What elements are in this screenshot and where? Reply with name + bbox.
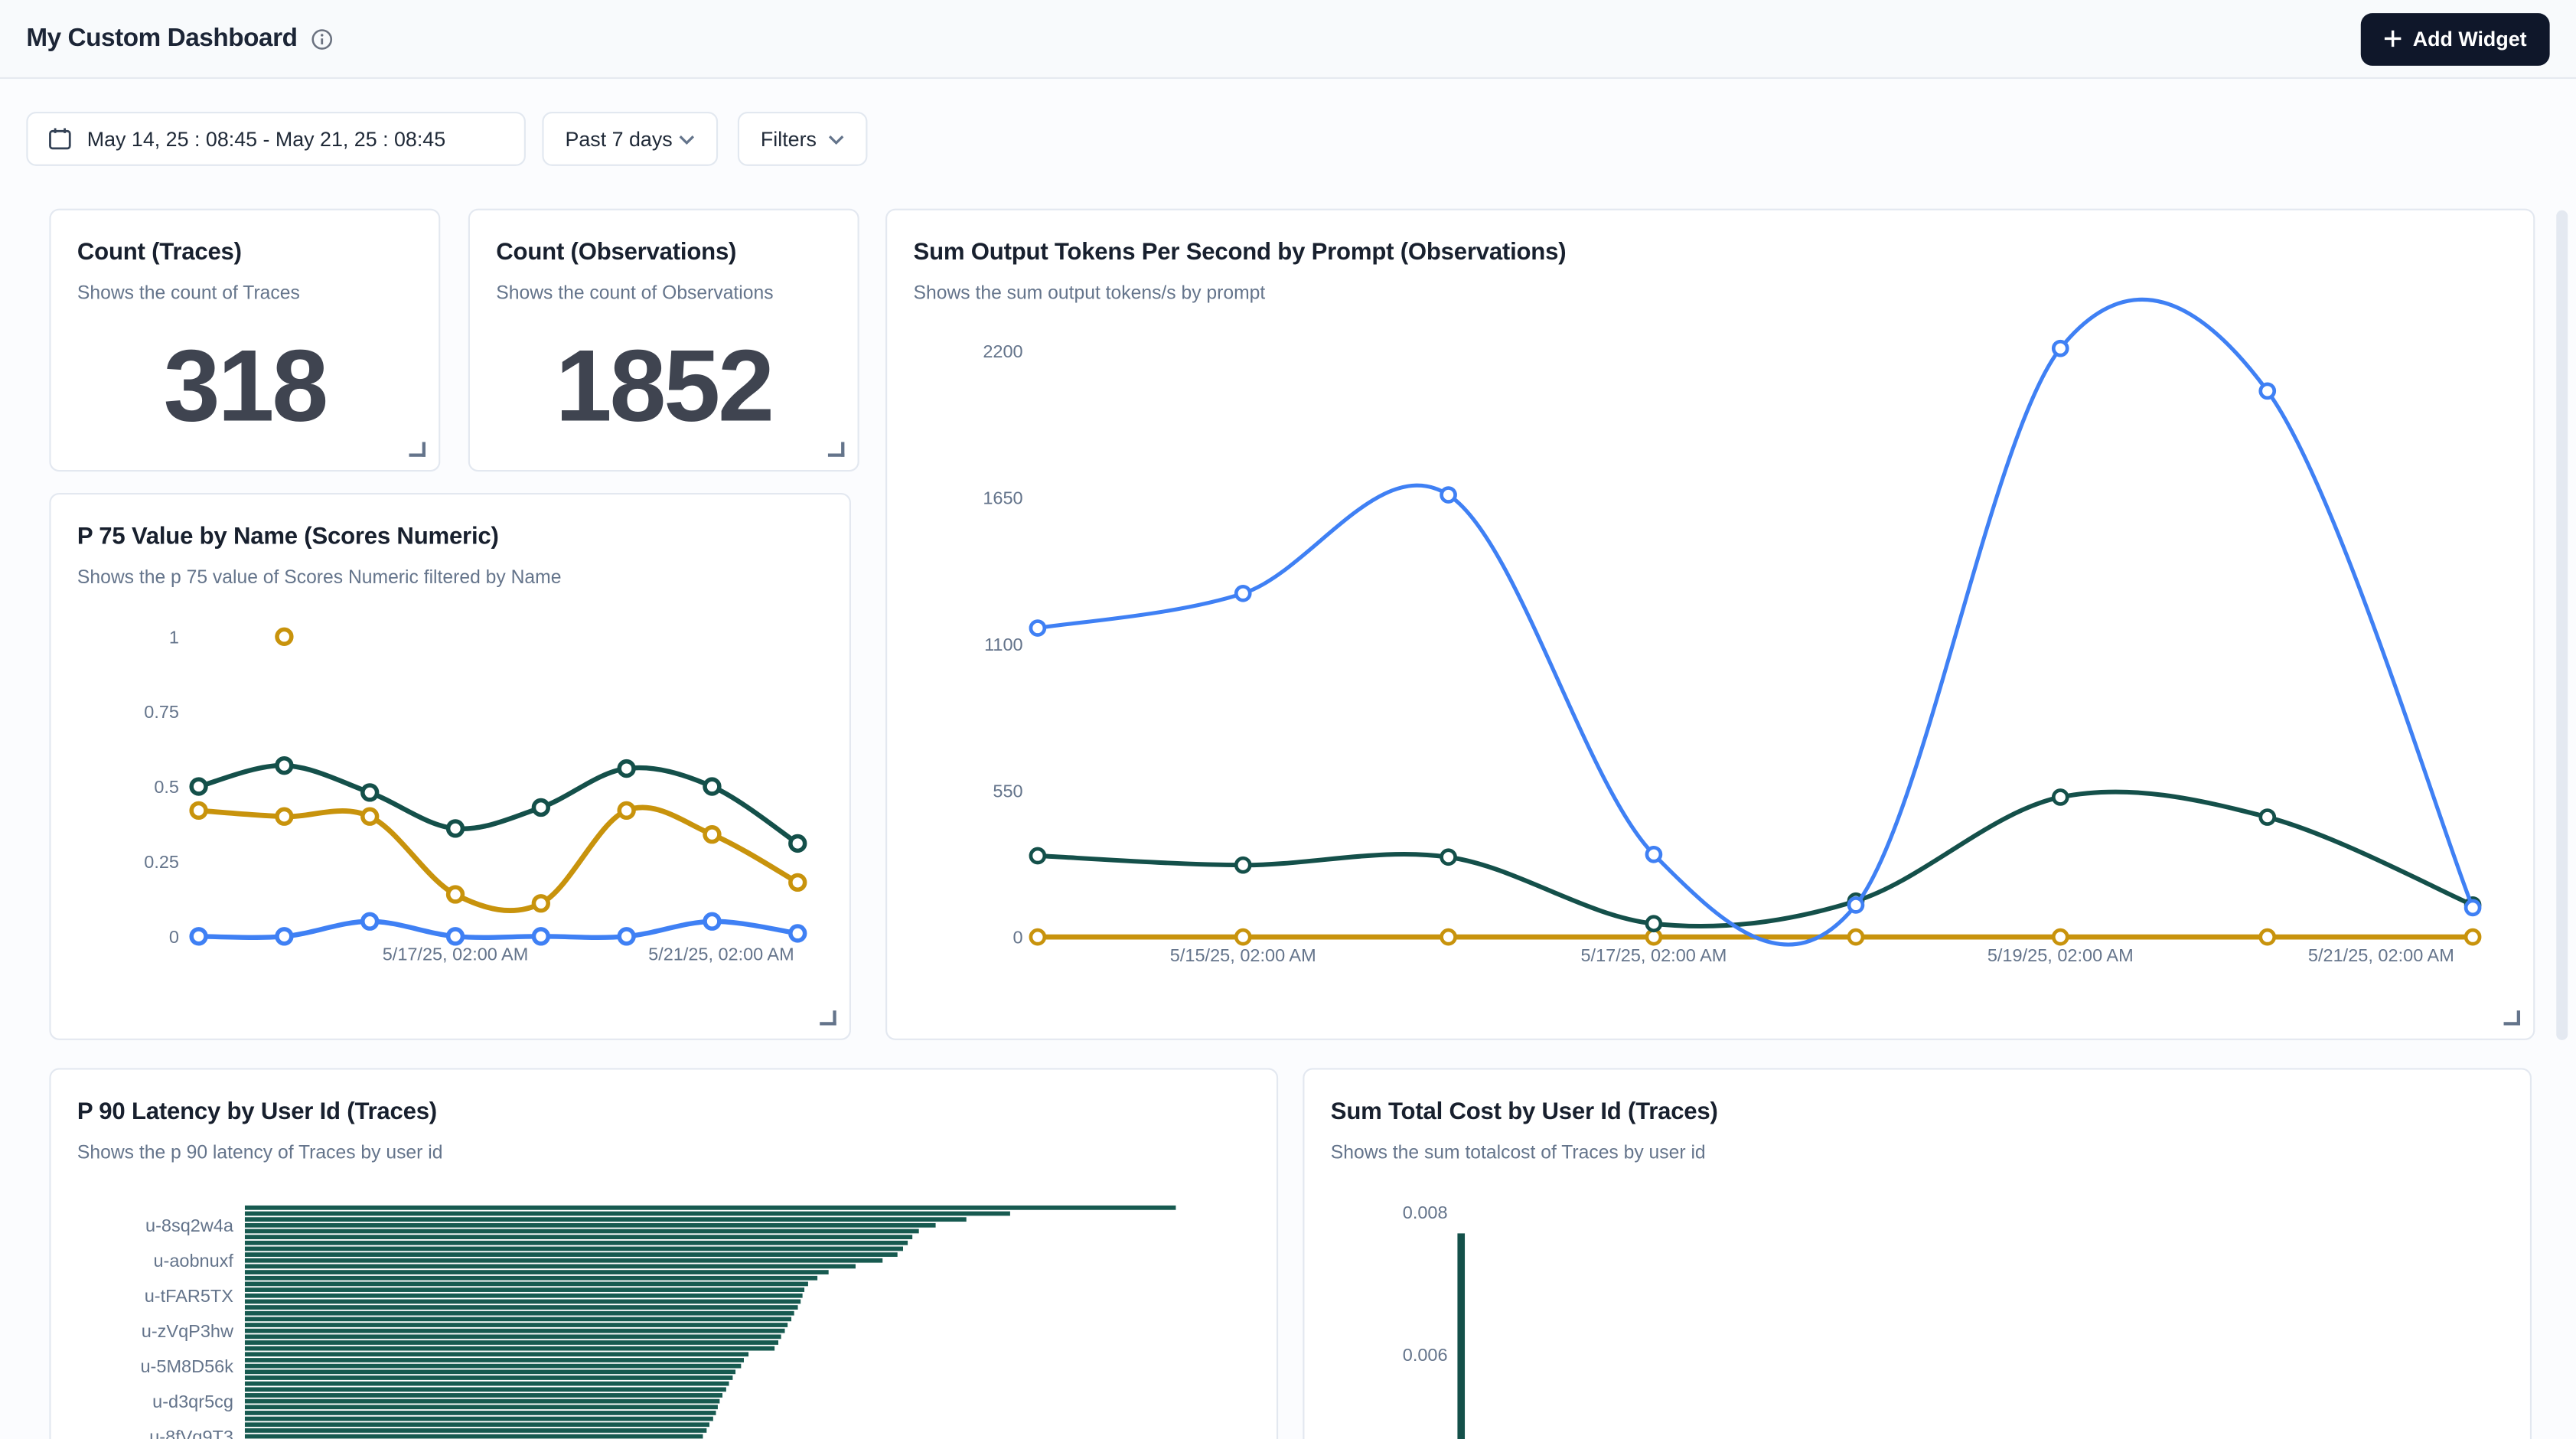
resize-handle-icon[interactable] — [820, 1010, 836, 1025]
calendar-icon — [47, 126, 72, 151]
time-preset-button[interactable]: Past 7 days — [542, 112, 718, 166]
resize-handle-icon[interactable] — [828, 442, 844, 456]
plus-icon — [2383, 30, 2402, 48]
widget-title: Count (Traces) — [77, 240, 242, 266]
svg-text:5/19/25, 02:00 AM: 5/19/25, 02:00 AM — [1987, 945, 2134, 965]
svg-text:u-aobnuxf: u-aobnuxf — [153, 1251, 233, 1271]
svg-text:0.006: 0.006 — [1403, 1345, 1448, 1365]
svg-text:550: 550 — [993, 781, 1022, 801]
svg-text:5/17/25, 02:00 AM: 5/17/25, 02:00 AM — [1580, 945, 1727, 965]
svg-text:2200: 2200 — [983, 341, 1022, 361]
widget-sum-output-tokens: Sum Output Tokens Per Second by Prompt (… — [885, 209, 2535, 1040]
widget-count-traces: Count (Traces) Shows the count of Traces… — [49, 209, 440, 472]
svg-text:0.008: 0.008 — [1403, 1202, 1448, 1222]
svg-text:0: 0 — [1013, 928, 1023, 948]
p75-line-chart[interactable]: 0 0.25 0.5 0.75 1 5/17/25, 02:00 AM 5/21/25, 0… — [51, 494, 849, 1039]
svg-text:5/21/25, 02:00 AM: 5/21/25, 02:00 AM — [2308, 945, 2454, 965]
svg-text:u-d3qr5cg: u-d3qr5cg — [152, 1392, 233, 1411]
widget-p90-latency-by-user: P 90 Latency by User Id (Traces) Shows t… — [49, 1068, 1278, 1439]
resize-handle-icon[interactable] — [2504, 1010, 2520, 1025]
page-header: My Custom Dashboard Add Widget — [0, 0, 2576, 79]
time-preset-label: Past 7 days — [565, 127, 672, 150]
scrollbar-thumb[interactable] — [2556, 210, 2568, 1040]
add-widget-label: Add Widget — [2413, 27, 2527, 50]
chevron-down-icon — [828, 134, 844, 144]
svg-text:u-tFAR5TX: u-tFAR5TX — [145, 1286, 234, 1306]
widget-subtitle: Shows the count of Observations — [496, 284, 773, 304]
svg-text:u-8sq2w4a: u-8sq2w4a — [145, 1215, 234, 1235]
dashboard-page: My Custom Dashboard Add Widget May 14, 2… — [0, 0, 2576, 1439]
tokens-line-chart[interactable]: 0 550 1100 1650 2200 5/15/25, 02:00 AM 5/17/25… — [887, 210, 2533, 1039]
svg-text:1100: 1100 — [984, 635, 1023, 654]
widget-sum-total-cost-by-user: Sum Total Cost by User Id (Traces) Shows… — [1303, 1068, 2532, 1439]
svg-text:0: 0 — [169, 927, 179, 947]
resize-handle-icon[interactable] — [409, 442, 426, 456]
p90-bar-chart[interactable]: u-8sq2w4a u-aobnuxf u-tFAR5TX u-zVqP3hw u-5M… — [51, 1069, 1277, 1439]
cost-bar-chart[interactable]: 0.008 0.006 — [1304, 1069, 2529, 1439]
page-title: My Custom Dashboard — [26, 24, 297, 54]
svg-text:0.75: 0.75 — [144, 702, 179, 722]
svg-text:5/21/25, 02:00 AM: 5/21/25, 02:00 AM — [648, 944, 794, 964]
count-observations-value: 1852 — [470, 328, 858, 445]
svg-text:1650: 1650 — [983, 488, 1022, 508]
filters-label: Filters — [761, 127, 817, 150]
widget-count-observations: Count (Observations) Shows the count of … — [468, 209, 859, 472]
svg-text:5/17/25, 02:00 AM: 5/17/25, 02:00 AM — [383, 944, 529, 964]
svg-text:1: 1 — [169, 627, 179, 647]
date-range-button[interactable]: May 14, 25 : 08:45 - May 21, 25 : 08:45 — [26, 112, 526, 166]
widget-subtitle: Shows the count of Traces — [77, 284, 300, 304]
info-icon[interactable] — [311, 27, 334, 50]
svg-text:5/15/25, 02:00 AM: 5/15/25, 02:00 AM — [1170, 945, 1316, 965]
svg-text:u-zVqP3hw: u-zVqP3hw — [142, 1321, 234, 1341]
toolbar: May 14, 25 : 08:45 - May 21, 25 : 08:45 … — [26, 112, 867, 166]
widget-p75-value-by-name: P 75 Value by Name (Scores Numeric) Show… — [49, 493, 851, 1040]
count-traces-value: 318 — [51, 328, 439, 445]
svg-text:u-8fVq9T3: u-8fVq9T3 — [149, 1427, 233, 1439]
svg-text:u-5M8D56k: u-5M8D56k — [141, 1356, 234, 1376]
svg-text:0.5: 0.5 — [154, 777, 179, 797]
filters-button[interactable]: Filters — [738, 112, 868, 166]
date-range-label: May 14, 25 : 08:45 - May 21, 25 : 08:45 — [87, 127, 445, 150]
widget-title: Count (Observations) — [496, 240, 736, 266]
chevron-down-icon — [679, 134, 695, 144]
svg-text:0.25: 0.25 — [144, 852, 179, 872]
add-widget-button[interactable]: Add Widget — [2360, 12, 2550, 65]
